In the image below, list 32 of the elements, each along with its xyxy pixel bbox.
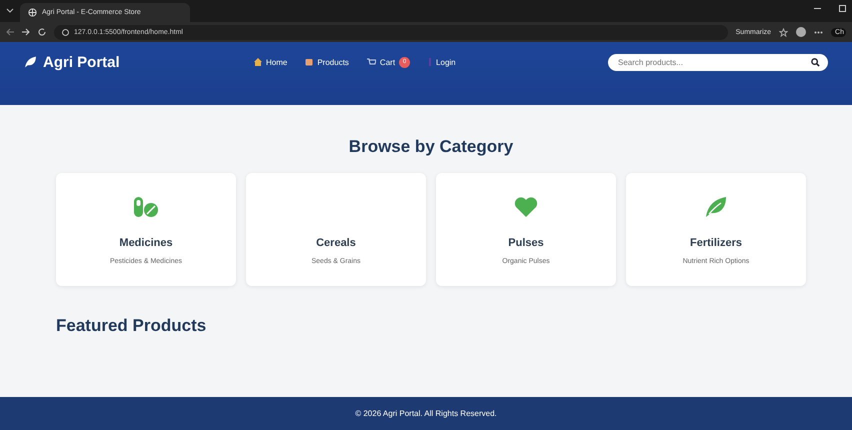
search-input[interactable]: Search products... [616, 56, 811, 68]
globe-icon [28, 8, 37, 17]
nav-link[interactable]: Login [428, 58, 456, 66]
forward-arrow-icon[interactable] [22, 28, 30, 36]
heart-icon [513, 196, 539, 218]
star-icon[interactable] [779, 28, 788, 36]
section-title: Featured Products [56, 316, 208, 336]
reload-icon[interactable] [38, 28, 46, 36]
maximize-icon[interactable] [839, 5, 846, 12]
copyright-text: © 2026 Agri Portal. All Rights Reserved. [355, 409, 497, 418]
category-name: Pulses [508, 237, 544, 249]
category-name: Medicines [119, 237, 173, 249]
box-icon [305, 58, 314, 66]
brand-name[interactable]: Agri Portal [43, 54, 120, 70]
house-icon [254, 58, 262, 66]
category-name: Fertilizers [690, 237, 742, 249]
profile-avatar-icon[interactable] [796, 27, 806, 37]
more-icon[interactable] [814, 30, 824, 34]
search-bar[interactable]: Search products... [608, 54, 828, 70]
cart-icon [366, 58, 376, 66]
minimize-icon[interactable] [814, 5, 821, 12]
pills-icon [133, 196, 159, 218]
section-title: Browse by Category [348, 137, 514, 157]
nav-link[interactable]: Products [305, 58, 349, 66]
search-icon[interactable] [811, 58, 820, 66]
info-icon [62, 28, 69, 36]
nav-link[interactable]: Home [254, 58, 288, 66]
category-name: Cereals [316, 237, 356, 249]
leaf-icon [24, 56, 37, 68]
leaf-icon [704, 196, 728, 218]
chevron-down-icon[interactable] [6, 8, 14, 14]
back-arrow-icon[interactable] [6, 28, 14, 36]
